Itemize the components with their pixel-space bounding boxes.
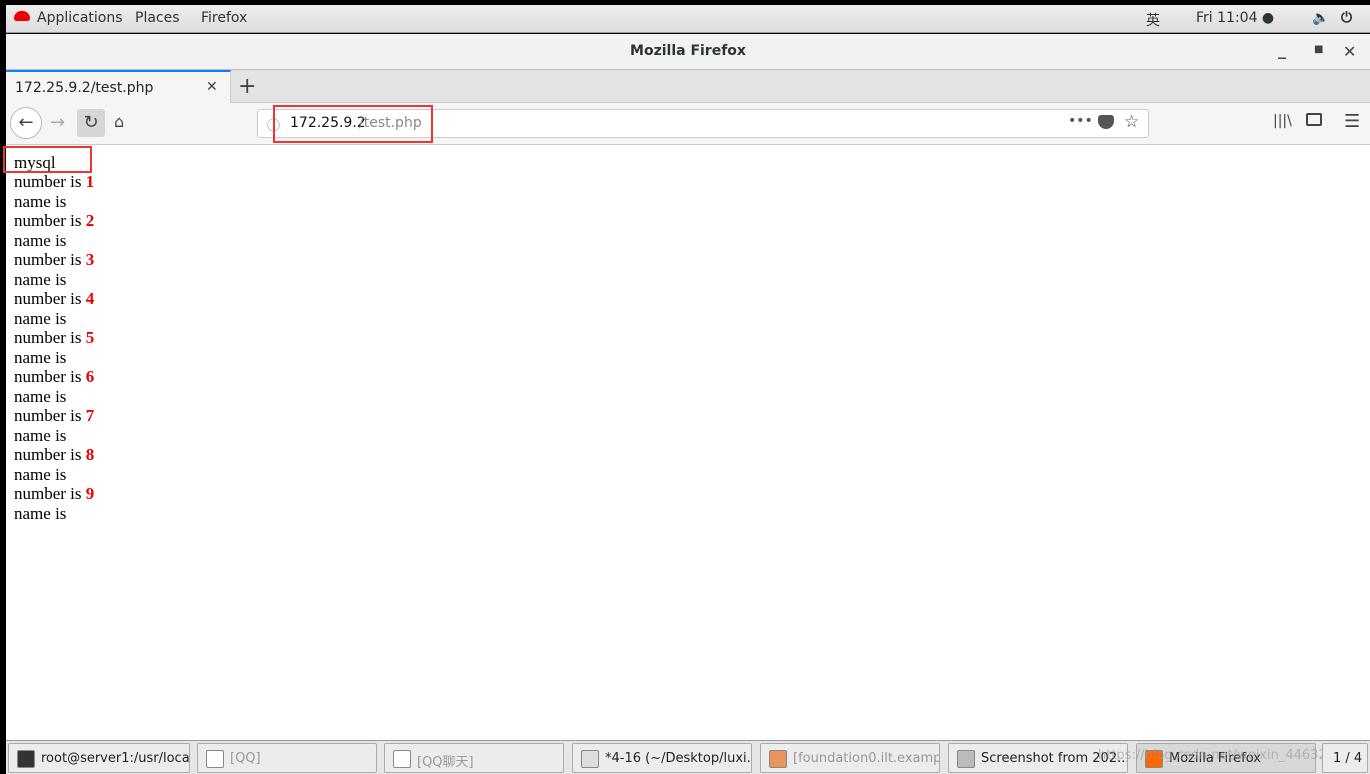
pocket-icon[interactable] <box>1098 115 1114 129</box>
window-title: Mozilla Firefox <box>630 43 746 59</box>
taskbar-item[interactable]: root@server1:/usr/local <box>8 743 190 773</box>
tab-strip: 172.25.9.2/test.php ✕ + <box>6 70 1370 104</box>
watermark: https://blog.csdn.net/weixin_44632... <box>1098 748 1340 763</box>
taskbar: root@server1:/usr/local [QQ] [QQ聊天] *4-16 (… <box>6 740 1370 774</box>
forward-icon[interactable]: → <box>50 112 65 133</box>
tab-test-php[interactable]: 172.25.9.2/test.php ✕ <box>6 70 231 104</box>
app-icon <box>769 750 787 768</box>
app-icon <box>206 750 224 768</box>
number-value: 5 <box>85 328 95 347</box>
power-icon[interactable]: ⏻ <box>1341 10 1352 26</box>
number-label: number is <box>14 250 86 269</box>
tab-title: 172.25.9.2/test.php <box>15 80 154 96</box>
page-content: mysql number is 1 name is number is 2 nam… <box>6 145 1370 740</box>
name-line: name is <box>14 230 67 250</box>
app-icon <box>17 750 35 768</box>
name-line: name is <box>14 308 67 328</box>
number-label: number is <box>14 328 86 347</box>
minimize-icon[interactable]: _ <box>1278 40 1286 59</box>
number-line: number is 6 <box>14 367 94 387</box>
taskbar-item[interactable]: [QQ] <box>197 743 377 773</box>
applications-menu[interactable]: Applications <box>37 10 123 26</box>
number-label: number is <box>14 367 86 386</box>
number-label: number is <box>14 484 86 503</box>
taskbar-item-label: *4-16 (~/Desktop/luxi... <box>605 751 752 766</box>
new-tab-icon[interactable]: + <box>238 74 256 99</box>
redhat-icon <box>14 11 30 21</box>
close-tab-icon[interactable]: ✕ <box>206 79 218 95</box>
bookmark-star-icon[interactable]: ☆ <box>1124 112 1139 132</box>
maximize-icon[interactable]: ■ <box>1314 44 1323 55</box>
highlight-url <box>273 105 433 143</box>
taskbar-item-label: [QQ] <box>230 751 261 766</box>
taskbar-item[interactable]: [QQ聊天] <box>384 743 564 773</box>
number-line: number is 4 <box>14 289 94 309</box>
number-label: number is <box>14 172 86 191</box>
system-top-bar: Applications Places Firefox 英 Fri 11:04 … <box>6 5 1370 33</box>
firefox-menu[interactable]: Firefox <box>201 10 247 26</box>
name-line: name is <box>14 503 67 523</box>
number-label: number is <box>14 211 86 230</box>
app-icon <box>581 750 599 768</box>
number-value: 3 <box>85 250 95 269</box>
number-value: 4 <box>85 289 95 308</box>
name-line: name is <box>14 347 67 367</box>
number-line: number is 2 <box>14 211 94 231</box>
volume-muted-icon[interactable]: 🔈 <box>1312 10 1329 26</box>
workspace-switcher[interactable]: 1 / 4 <box>1322 743 1368 773</box>
name-line: name is <box>14 191 67 211</box>
number-line: number is 9 <box>14 484 94 504</box>
name-line: name is <box>14 425 67 445</box>
number-line: number is 7 <box>14 406 94 426</box>
number-line: number is 1 <box>14 172 94 192</box>
taskbar-item[interactable]: [foundation0.ilt.exampl... <box>760 743 940 773</box>
menu-icon[interactable]: ☰ <box>1344 111 1360 132</box>
app-icon <box>393 750 411 768</box>
taskbar-item-label: root@server1:/usr/local <box>41 751 190 766</box>
sidebar-icon[interactable] <box>1306 113 1322 126</box>
page-actions-icon[interactable]: ••• <box>1068 113 1093 129</box>
number-value: 2 <box>85 211 95 230</box>
window-titlebar: Mozilla Firefox _ ■ ✕ <box>6 34 1370 70</box>
number-value: 7 <box>85 406 95 425</box>
reload-icon[interactable]: ↻ <box>77 109 105 137</box>
number-label: number is <box>14 445 86 464</box>
input-method[interactable]: 英 <box>1146 10 1160 30</box>
number-value: 6 <box>85 367 95 386</box>
clock[interactable]: Fri 11:04 ● <box>1196 10 1274 26</box>
highlight-mysql <box>3 146 92 173</box>
library-icon[interactable]: |||\ <box>1273 113 1292 129</box>
taskbar-item-label: [QQ聊天] <box>417 755 474 770</box>
navigation-toolbar: ← → ↻ ⌂ ⓘ 172.25.9.2 /test.php ••• ☆ |||… <box>6 103 1370 145</box>
taskbar-item-label: [foundation0.ilt.exampl... <box>793 751 940 766</box>
close-window-icon[interactable]: ✕ <box>1343 42 1356 61</box>
number-line: number is 3 <box>14 250 94 270</box>
number-value: 1 <box>85 172 95 191</box>
name-line: name is <box>14 269 67 289</box>
number-label: number is <box>14 289 86 308</box>
name-line: name is <box>14 464 67 484</box>
number-value: 8 <box>85 445 95 464</box>
app-icon <box>957 750 975 768</box>
taskbar-item[interactable]: *4-16 (~/Desktop/luxi... <box>572 743 752 773</box>
back-icon[interactable]: ← <box>10 107 42 139</box>
number-value: 9 <box>85 484 95 503</box>
places-menu[interactable]: Places <box>135 10 180 26</box>
home-icon[interactable]: ⌂ <box>114 112 124 131</box>
number-line: number is 5 <box>14 328 94 348</box>
name-line: name is <box>14 386 67 406</box>
number-label: number is <box>14 406 86 425</box>
number-line: number is 8 <box>14 445 94 465</box>
